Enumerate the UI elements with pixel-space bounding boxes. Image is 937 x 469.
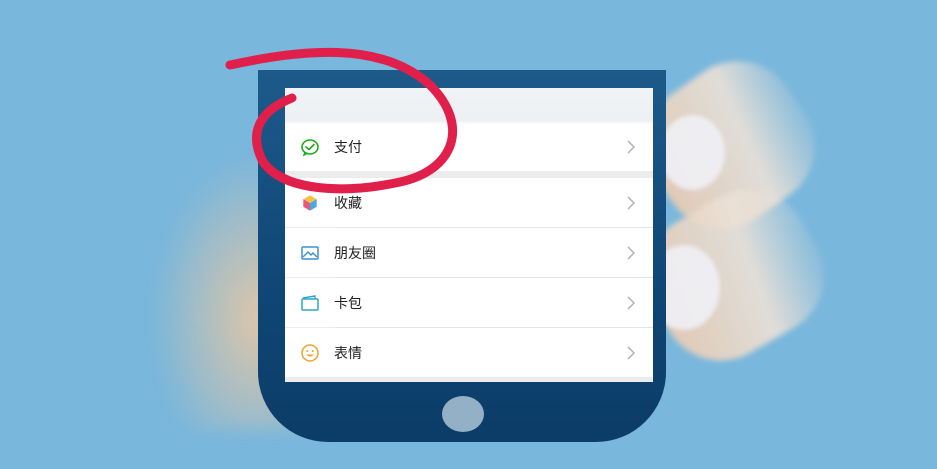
fingernail-upper	[660, 115, 725, 190]
menu-item-label: 收藏	[334, 195, 362, 212]
moments-picture-icon	[300, 243, 320, 263]
menu-item-moments[interactable]: 朋友圈	[285, 228, 653, 277]
chevron-right-icon	[621, 193, 641, 213]
card-wallet-icon	[300, 293, 320, 313]
home-button[interactable]	[442, 396, 484, 432]
favorites-cube-icon	[300, 193, 320, 213]
menu-item-label: 卡包	[334, 295, 362, 312]
menu-item-label: 支付	[334, 139, 362, 156]
chevron-right-icon	[621, 343, 641, 363]
menu-item-favorites[interactable]: 收藏	[285, 178, 653, 227]
chevron-right-icon	[621, 293, 641, 313]
menu-item-label: 表情	[334, 345, 362, 362]
screen-top-blur	[285, 88, 653, 124]
phone-screen: 支付 收藏 朋友圈 卡包 表情	[285, 88, 653, 382]
sticker-smiley-icon	[300, 343, 320, 363]
menu-item-stickers[interactable]: 表情	[285, 328, 653, 377]
menu-item-card-wallet[interactable]: 卡包	[285, 278, 653, 327]
menu-item-label: 朋友圈	[334, 245, 376, 262]
chevron-right-icon	[621, 137, 641, 157]
wechat-pay-icon	[300, 137, 320, 157]
chevron-right-icon	[621, 243, 641, 263]
menu-item-pay[interactable]: 支付	[285, 122, 653, 171]
